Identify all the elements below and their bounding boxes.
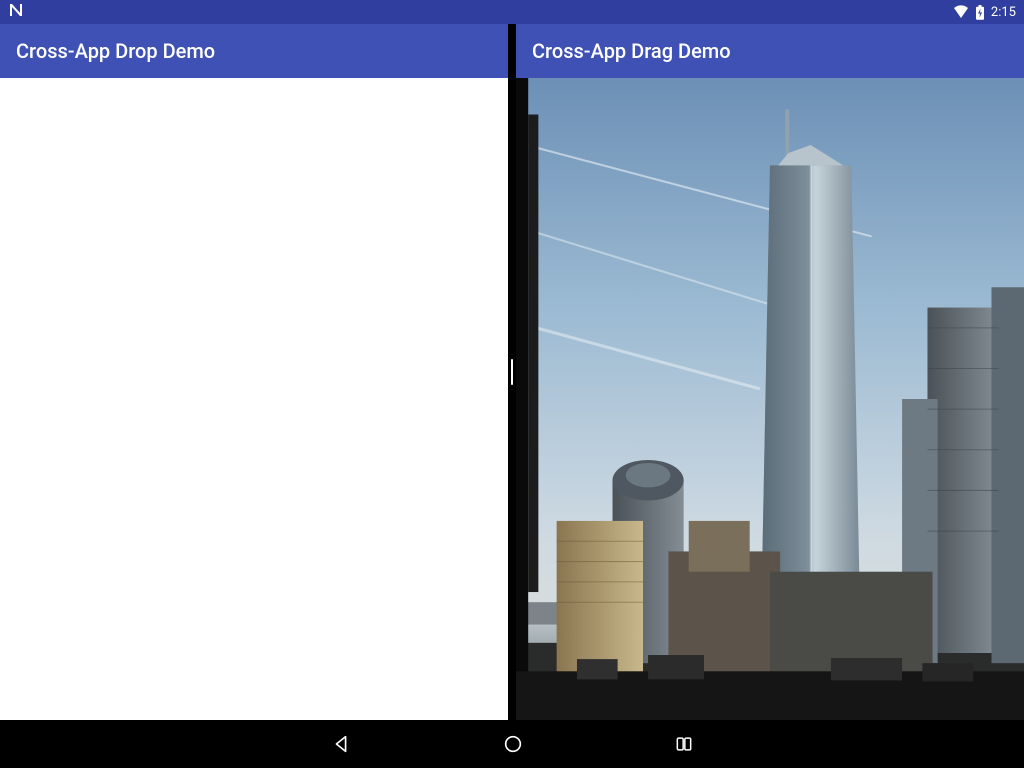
status-bar: 2:15 xyxy=(0,0,1024,24)
left-app-bar: Cross-App Drop Demo xyxy=(0,24,508,78)
split-divider[interactable] xyxy=(508,24,516,720)
nav-back-button[interactable] xyxy=(330,733,352,755)
left-app-pane: Cross-App Drop Demo xyxy=(0,24,508,720)
right-app-pane: Cross-App Drag Demo xyxy=(516,24,1024,720)
battery-charging-icon xyxy=(975,5,985,20)
right-app-title: Cross-App Drag Demo xyxy=(532,39,731,63)
drag-source-area xyxy=(516,78,1024,720)
navigation-bar xyxy=(0,720,1024,768)
status-time: 2:15 xyxy=(991,5,1016,20)
nav-home-button[interactable] xyxy=(502,733,524,755)
right-app-bar: Cross-App Drag Demo xyxy=(516,24,1024,78)
nav-recents-button[interactable] xyxy=(674,734,694,754)
split-screen-container: Cross-App Drop Demo Cross-App Drag Demo xyxy=(0,24,1024,720)
left-app-title: Cross-App Drop Demo xyxy=(16,39,215,63)
drop-target-area[interactable] xyxy=(0,78,508,720)
city-skyline-photo[interactable] xyxy=(516,78,1024,720)
split-divider-handle[interactable] xyxy=(511,359,513,385)
android-n-icon xyxy=(8,2,24,22)
wifi-icon xyxy=(953,5,969,19)
